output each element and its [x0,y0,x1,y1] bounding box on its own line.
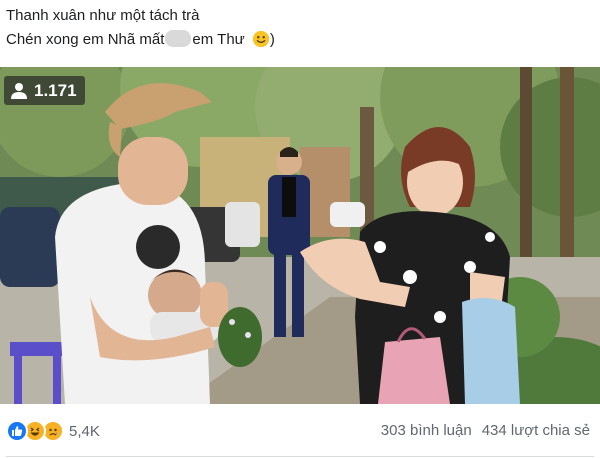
caption-closing: ) [269,31,275,48]
caption-line-1: Thanh xuân như một tách trà [6,7,200,24]
like-reaction-icon [6,420,28,442]
facebook-post: Thanh xuân như một tách trà Chén xong em… [0,0,600,458]
caption-text-after: em Thư [192,31,245,48]
video-frame [0,67,600,404]
video-player[interactable]: 1.171 [0,67,600,404]
engagement-stats: 303 bình luận 434 lượt chia sẻ [381,422,590,439]
share-count-link[interactable]: 434 lượt chia sẻ [482,422,590,439]
blurred-word [165,30,192,47]
reactions-summary[interactable]: 5,4K [6,420,100,442]
view-count: 1.171 [34,80,77,100]
post-caption: Thanh xuân như một tách trà Chén xong em… [6,4,594,52]
caption-line-2: Chén xong em Nhã mất em Thư ) [6,28,594,52]
comment-count-link[interactable]: 303 bình luận [381,422,472,439]
view-count-badge: 1.171 [4,76,85,105]
reaction-count: 5,4K [69,422,100,440]
stats-divider [6,456,594,457]
smiley-emoji-icon [252,30,269,48]
caption-text-before: Chén xong em Nhã mất [6,31,165,48]
post-stats-bar: 5,4K 303 bình luận 434 lượt chia sẻ [0,404,600,458]
person-icon [11,82,27,99]
